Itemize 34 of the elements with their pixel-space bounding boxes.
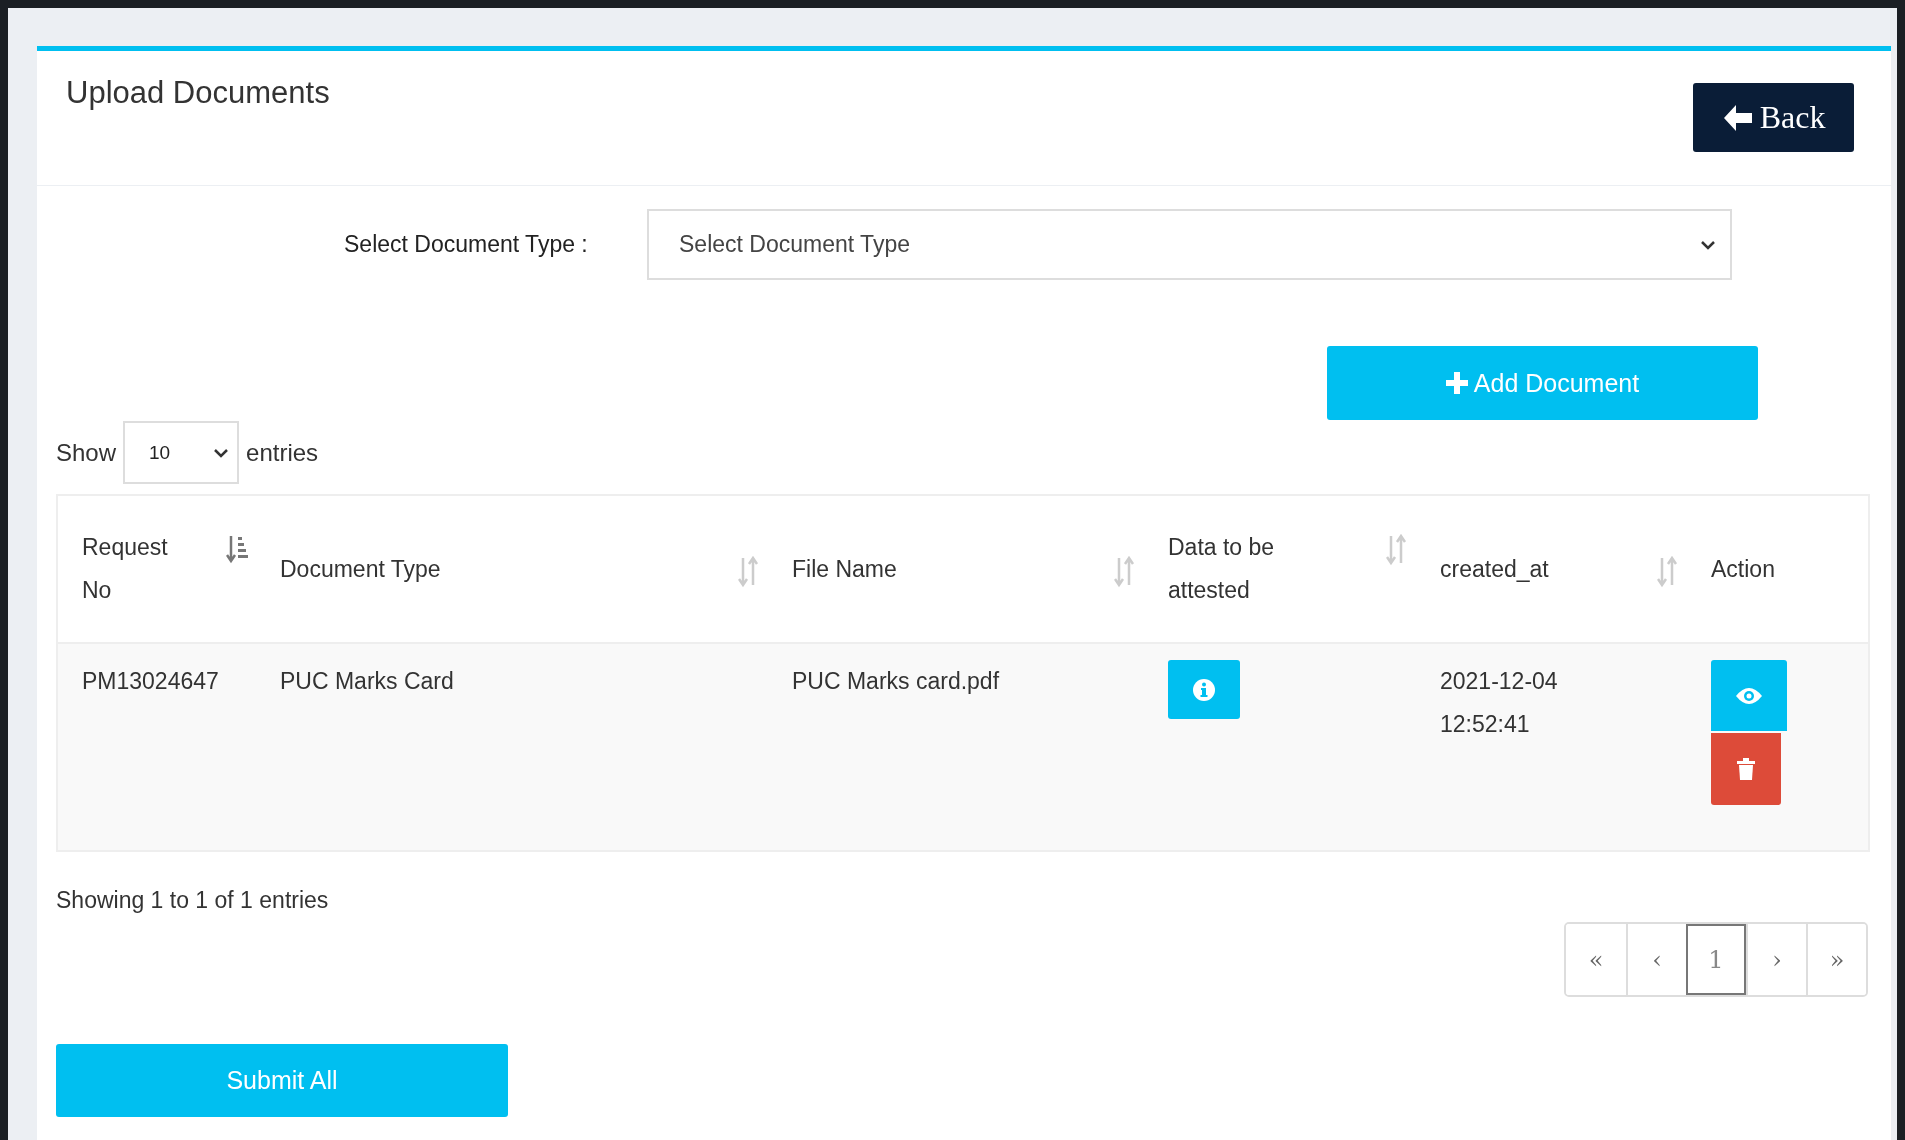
info-icon — [1192, 677, 1216, 702]
table-cell-text: PUC Marks Card — [280, 667, 455, 696]
page-link[interactable]: » — [1806, 924, 1866, 995]
table-cell-text: PUC Marks card.pdf — [792, 667, 1001, 696]
column-header[interactable]: Request No — [82, 526, 182, 612]
page-size-select[interactable]: 10 — [123, 421, 240, 484]
caret-icon — [1700, 238, 1716, 251]
entries-info: Showing 1 to 1 of 1 entries — [56, 887, 330, 914]
sort-icon — [738, 555, 760, 588]
back-button[interactable]: Back — [1693, 83, 1854, 152]
field-label: Select Document Type : — [344, 231, 589, 258]
document-type-select[interactable]: Select Document Type — [647, 209, 1732, 280]
table-cell-text: 2021-12-04 12:52:41 — [1440, 667, 1559, 739]
entries-label: entries — [246, 438, 319, 467]
plus-icon — [1445, 372, 1468, 394]
delete-button[interactable] — [1711, 733, 1781, 805]
sort-icon — [1114, 555, 1136, 588]
caret-icon — [213, 446, 230, 459]
eye-icon — [1735, 685, 1763, 706]
info-button[interactable] — [1168, 660, 1240, 719]
page-title: Upload Documents — [66, 75, 330, 111]
view-button[interactable] — [1711, 660, 1787, 731]
show-label: Show — [56, 438, 117, 467]
column-header[interactable]: Data to be attested — [1168, 526, 1293, 612]
sort-ascending-icon — [226, 534, 248, 566]
column-header[interactable]: Action — [1711, 547, 1775, 591]
sort-icon — [1386, 534, 1408, 566]
trash-icon — [1737, 758, 1755, 780]
column-header[interactable]: Document Type — [280, 547, 441, 591]
column-header[interactable]: created_at — [1440, 547, 1549, 591]
table-cell-text: PM13024647 — [82, 667, 220, 696]
page-link[interactable]: 1 — [1686, 924, 1746, 995]
column-header[interactable]: File Name — [792, 547, 897, 591]
sort-icon — [1657, 555, 1679, 588]
